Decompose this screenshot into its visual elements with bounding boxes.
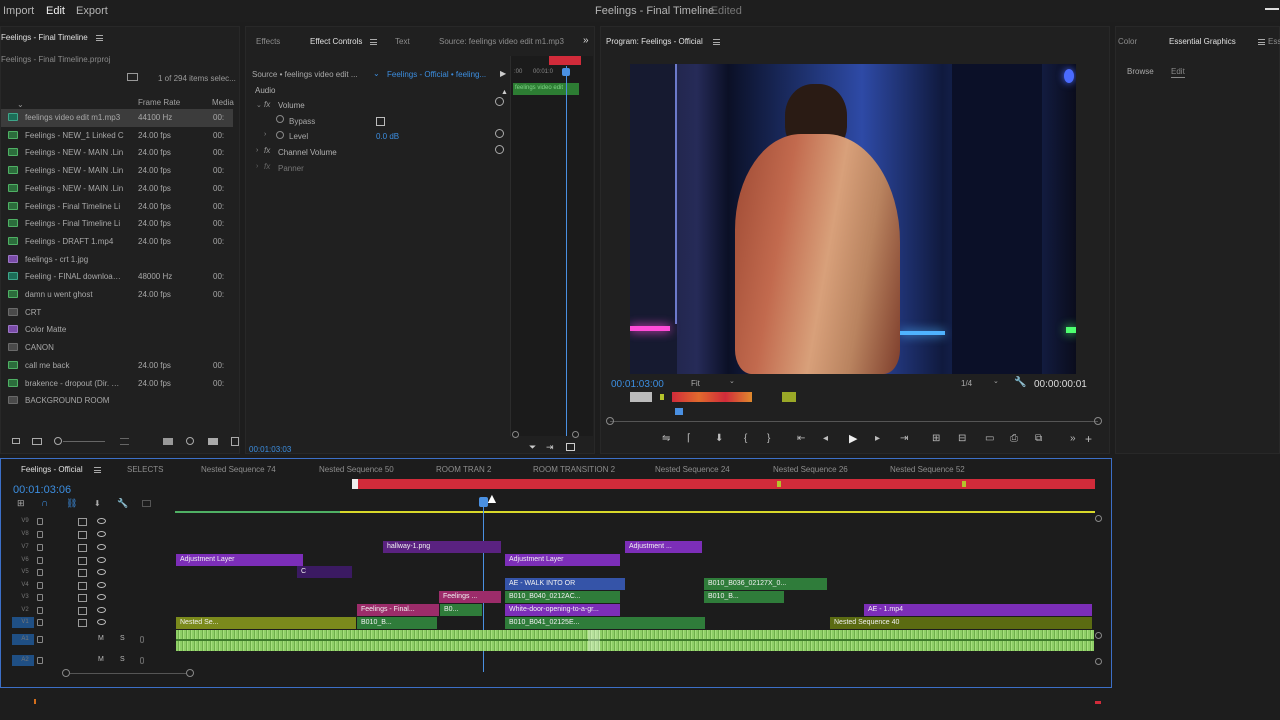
clip-adjustment-2[interactable]: Adjustment Layer <box>505 554 620 566</box>
clip-walk-into[interactable]: AE - WALK INTO OR <box>505 578 625 590</box>
timeline-zoom-left[interactable] <box>62 669 70 677</box>
audio-transition[interactable] <box>588 630 600 651</box>
timeline-zoom-right[interactable] <box>186 669 194 677</box>
timeline-zoom-bar[interactable] <box>70 673 186 674</box>
clip-b041[interactable]: B010_B041_02125E... <box>505 617 705 629</box>
clip-b036[interactable]: B010_B036_02127X_0... <box>704 578 827 590</box>
clip-feelings-final[interactable]: Feelings - Final... <box>357 604 439 616</box>
clip-b0[interactable]: B0... <box>440 604 482 616</box>
a2-end-handle[interactable] <box>1095 658 1102 665</box>
clip-nested-se[interactable]: Nested Se... <box>176 617 356 629</box>
clip-adjustment-3[interactable]: Adjustment ... <box>625 541 702 553</box>
clip-feelings-small[interactable]: Feelings ... <box>439 591 501 603</box>
clip-c[interactable]: C <box>297 566 352 578</box>
clip-white-door[interactable]: White-door-opening-to-a-gr... <box>505 604 620 616</box>
clip-hallway[interactable]: hallway-1.png <box>383 541 501 553</box>
clip-adjustment-1[interactable]: Adjustment Layer <box>176 554 303 566</box>
timeline-clips: hallway-1.png Adjustment ... Adjustment … <box>0 0 1280 720</box>
clip-nested-40[interactable]: Nested Sequence 40 <box>830 617 1092 629</box>
clip-ae1[interactable]: AE - 1.mp4 <box>864 604 1092 616</box>
status-indicator <box>1095 701 1101 704</box>
status-marker <box>34 699 36 704</box>
a1-end-handle[interactable] <box>1095 632 1102 639</box>
audio-waveform-center <box>176 639 1094 641</box>
clip-b040[interactable]: B010_B040_0212AC... <box>505 591 620 603</box>
clip-b036b[interactable]: B010_B... <box>704 591 784 603</box>
clip-b010b[interactable]: B010_B... <box>357 617 437 629</box>
